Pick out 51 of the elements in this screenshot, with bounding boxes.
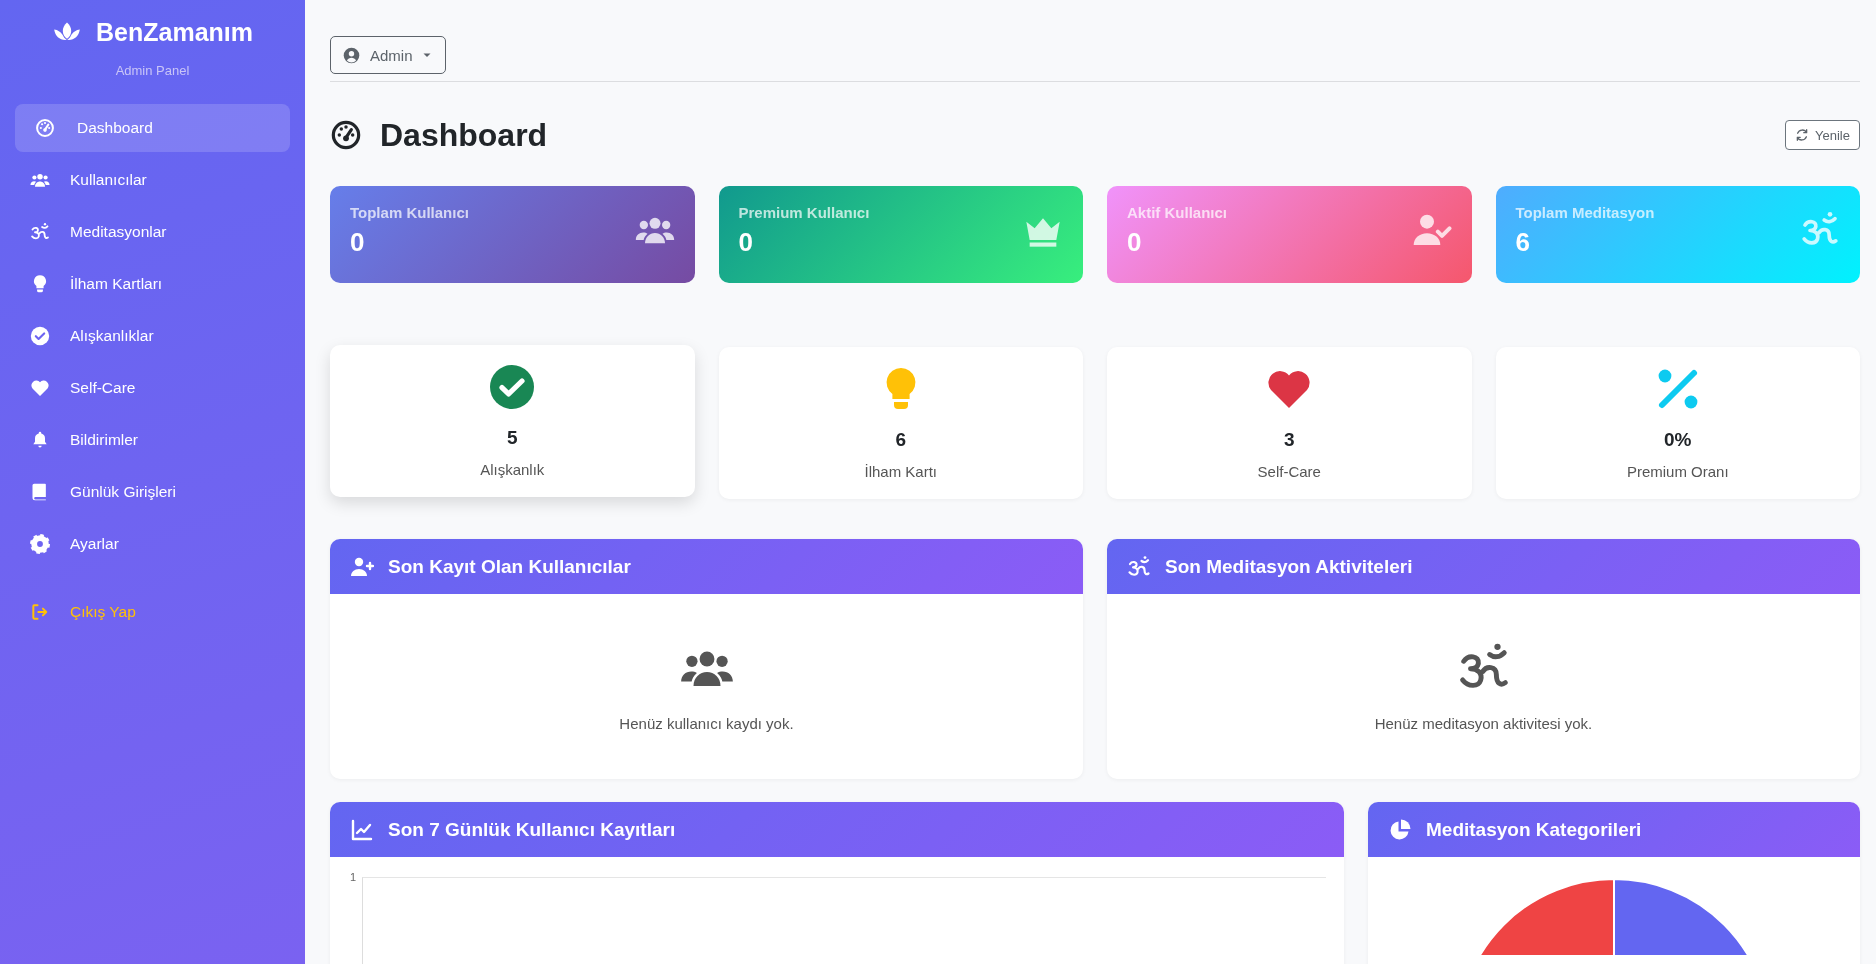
sidebar-item[interactable]: Günlük Girişleri [15, 468, 290, 516]
logout-icon [30, 602, 50, 622]
check-circle-icon [30, 326, 50, 346]
summary-value: 3 [1283, 429, 1295, 451]
line-chart-icon [350, 817, 374, 842]
stat-value: 6 [1515, 226, 1531, 258]
pie-chart-icon [1388, 817, 1412, 842]
refresh-button[interactable]: Yenile [1785, 120, 1860, 150]
summary-label: Self-Care [1257, 463, 1321, 480]
sidebar-item[interactable]: Self-Care [15, 364, 290, 412]
user-avatar-icon [343, 46, 360, 64]
panel-title: Son Kayıt Olan Kullanıcılar [388, 555, 631, 578]
brand-name: BenZamanım [96, 18, 253, 47]
om-symbol-icon [1127, 554, 1151, 579]
gauge-icon [35, 118, 55, 138]
summary-value: 5 [506, 427, 518, 449]
stat-label: Toplam Meditasyon [1515, 203, 1655, 221]
page-title: Dashboard [380, 116, 548, 154]
empty-message: Henüz meditasyon aktivitesi yok. [1374, 715, 1593, 732]
check-circle-icon [488, 363, 537, 411]
sidebar-item[interactable]: Meditasyonlar [15, 208, 290, 256]
brand-subtitle: Admin Panel [114, 63, 191, 78]
logout-link[interactable]: Çıkış Yap [15, 588, 290, 636]
summary-label: İlham Kartı [864, 463, 937, 480]
gauge-icon [330, 119, 362, 151]
panel-title: Son 7 Günlük Kullanıcı Kayıtları [388, 818, 676, 841]
panel-title: Meditasyon Kategorileri [1426, 818, 1642, 841]
summary-label: Alışkanlık [480, 461, 545, 478]
summary-value: 0% [1664, 429, 1692, 451]
stat-value: 0 [738, 226, 754, 258]
settings-icon [30, 534, 50, 554]
refresh-icon [1795, 128, 1810, 142]
stat-label: Aktif Kullanıcı [1127, 203, 1227, 221]
axis-tick-label: 1 [350, 871, 357, 885]
om-symbol-icon [30, 222, 50, 242]
sidebar-item[interactable]: Alışkanlıklar [15, 312, 290, 360]
sidebar-item[interactable]: Dashboard [15, 104, 290, 152]
stat-value: 0 [1127, 226, 1143, 258]
user-menu-button[interactable]: Admin [330, 36, 446, 74]
sidebar-item[interactable]: Kullanıcılar [15, 156, 290, 204]
stat-label: Premium Kullanıcı [738, 203, 870, 221]
sidebar-item[interactable]: Bildirimler [15, 416, 290, 464]
summary-label: Premium Oranı [1626, 463, 1729, 480]
stat-value: 0 [350, 226, 366, 258]
panel-title: Son Meditasyon Aktiviteleri [1165, 555, 1413, 578]
sidebar-item[interactable]: İlham Kartları [15, 260, 290, 308]
stat-label: Toplam Kullanıcı [350, 203, 469, 221]
empty-message: Henüz kullanıcı kaydı yok. [619, 715, 794, 732]
summary-value: 6 [895, 429, 907, 451]
sidebar-item[interactable]: Ayarlar [15, 520, 290, 568]
heart-icon [30, 378, 50, 398]
